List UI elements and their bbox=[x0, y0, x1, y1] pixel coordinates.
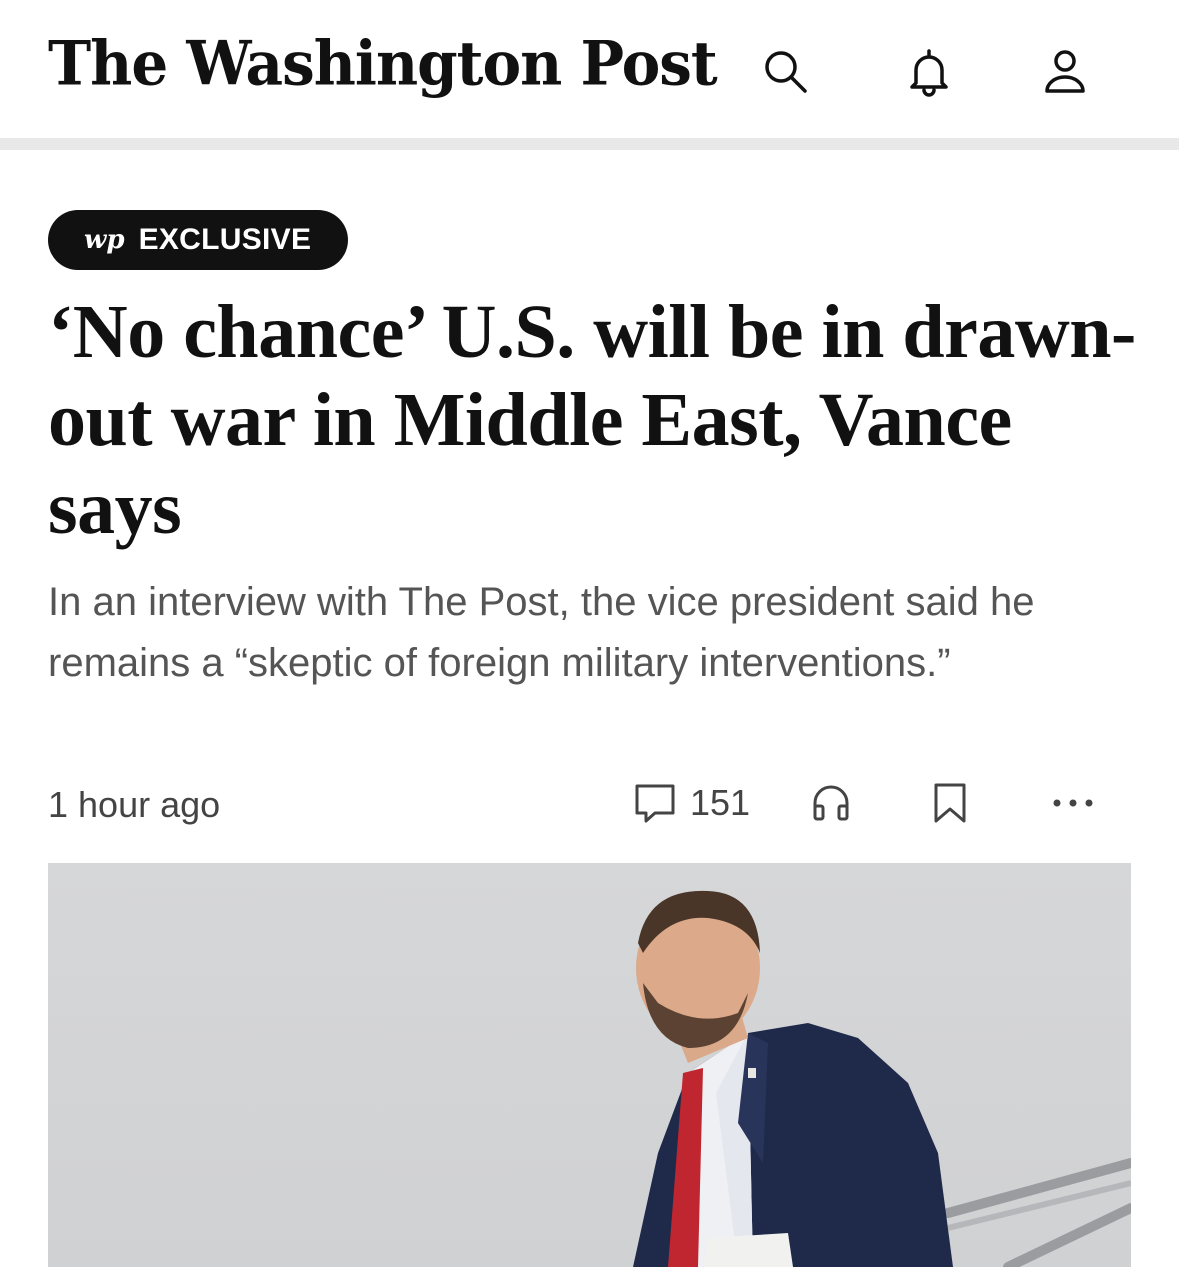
user-icon[interactable] bbox=[1038, 44, 1092, 98]
badge-label: EXCLUSIVE bbox=[138, 223, 312, 256]
more-icon[interactable] bbox=[1048, 778, 1098, 828]
bookmark-icon[interactable] bbox=[925, 778, 975, 828]
comments-button[interactable]: 151 bbox=[634, 778, 750, 828]
article-lead-photo[interactable] bbox=[48, 863, 1131, 1267]
search-icon[interactable] bbox=[758, 44, 812, 98]
article-subhead: In an interview with The Post, the vice … bbox=[48, 580, 1035, 685]
article-meta-row: 1 hour ago 151 bbox=[48, 770, 1131, 840]
top-header: The Washington Post bbox=[0, 0, 1179, 138]
headphones-icon[interactable] bbox=[806, 778, 856, 828]
comment-icon bbox=[635, 784, 675, 823]
exclusive-badge: wp EXCLUSIVE bbox=[48, 210, 348, 270]
header-divider bbox=[0, 138, 1179, 150]
article-headline[interactable]: ‘No chance’ U.S. will be in drawn-out wa… bbox=[48, 288, 1138, 552]
masthead-logo[interactable]: The Washington Post bbox=[48, 28, 718, 99]
wp-logo: wp bbox=[84, 225, 125, 255]
photo-illustration bbox=[633, 890, 1131, 1267]
comment-count: 151 bbox=[690, 782, 751, 823]
bell-icon[interactable] bbox=[902, 44, 956, 98]
timestamp: 1 hour ago bbox=[48, 784, 221, 825]
